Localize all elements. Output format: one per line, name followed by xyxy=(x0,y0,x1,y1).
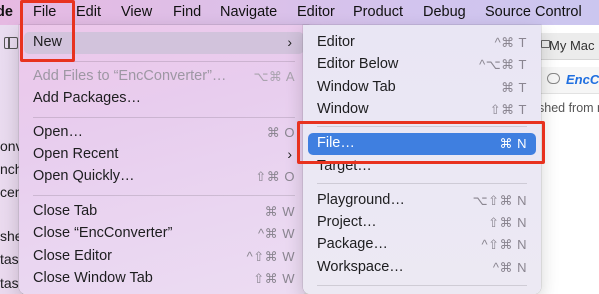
menu-item-label: Close “EncConverter” xyxy=(33,225,173,241)
menubar-find[interactable]: Find xyxy=(173,4,201,20)
menu-item-add-files[interactable]: Add Files to “EncConverter”… ⌥⌘ A xyxy=(24,66,304,88)
menubar-navigate[interactable]: Navigate xyxy=(220,4,277,20)
menu-item-label: Open Recent xyxy=(33,146,119,162)
menu-item-label: Close Window Tab xyxy=(33,270,153,286)
chevron-right-icon: › xyxy=(287,146,292,162)
editor-tab[interactable]: EncCo xyxy=(538,67,599,94)
editor-tab-label: EncCo xyxy=(566,72,599,87)
menu-item-shortcut: ^⇧⌘ W xyxy=(246,249,295,264)
menu-item-close-window-tab[interactable]: Close Window Tab ⇧⌘ W xyxy=(24,268,304,290)
status-text: shed from m xyxy=(538,101,599,115)
menu-item-label: Close Tab xyxy=(33,203,98,219)
menubar-source-control[interactable]: Source Control xyxy=(485,4,582,20)
menu-item-shortcut: ^⌘ N xyxy=(492,260,527,275)
menubar-debug[interactable]: Debug xyxy=(423,4,466,20)
menu-item-new-package[interactable]: Package… ^⇧⌘ N xyxy=(308,234,536,256)
menu-item-shortcut: ⌘ W xyxy=(264,204,295,219)
menu-item-new-editor[interactable]: Editor ^⌘ T xyxy=(308,32,536,54)
menu-item-shortcut: ^⇧⌘ N xyxy=(481,237,527,252)
menu-item-label: Add Files to “EncConverter”… xyxy=(33,68,227,84)
run-destination-label: My Mac xyxy=(549,38,595,53)
menu-bar: de File Edit View Find Navigate Editor P… xyxy=(0,0,599,25)
sidebar-toggle-icon[interactable] xyxy=(4,37,18,49)
menu-separator xyxy=(33,195,295,196)
menu-item-shortcut: ⌘ T xyxy=(501,80,527,95)
menu-item-shortcut: ⇧⌘ O xyxy=(255,169,295,184)
menu-item-new-workspace[interactable]: Workspace… ^⌘ N xyxy=(308,257,536,279)
menubar-app-name[interactable]: de xyxy=(0,4,13,20)
menu-item-shortcut: ^⌘ W xyxy=(258,226,295,241)
menu-item-label: Workspace… xyxy=(317,259,404,275)
file-menu: New › Add Files to “EncConverter”… ⌥⌘ A … xyxy=(19,25,309,294)
menu-item-label: Project… xyxy=(317,214,377,230)
package-icon xyxy=(547,73,560,84)
menu-item-label: Editor Below xyxy=(317,56,399,72)
menu-item-label: Open… xyxy=(33,124,83,140)
menu-item-new-window[interactable]: Window ⇧⌘ T xyxy=(308,99,536,121)
menu-item-label: Window xyxy=(317,101,369,117)
background-editor: My Mac EncCo shed from m xyxy=(538,25,599,294)
menu-item-open-quickly[interactable]: Open Quickly… ⇧⌘ O xyxy=(24,166,304,188)
menu-item-label: Editor xyxy=(317,34,355,50)
menu-separator xyxy=(317,183,527,184)
menubar-view[interactable]: View xyxy=(121,4,152,20)
menu-item-new-editor-below[interactable]: Editor Below ^⌥⌘ T xyxy=(308,54,536,76)
navigator-row-fragment: tas xyxy=(0,251,19,267)
menu-item-shortcut: ⇧⌘ W xyxy=(253,271,295,286)
menu-item-label: Package… xyxy=(317,236,388,252)
menu-item-shortcut: ^⌥⌘ T xyxy=(479,57,527,72)
menu-item-new-window-tab[interactable]: Window Tab ⌘ T xyxy=(308,77,536,99)
menu-item-open-recent[interactable]: Open Recent › xyxy=(24,144,304,166)
run-destination-bar[interactable]: My Mac xyxy=(538,33,599,60)
menu-item-label: Add Packages… xyxy=(33,90,142,106)
highlight-box-new-file xyxy=(297,121,545,164)
menu-item-new-playground[interactable]: Playground… ⌥⇧⌘ N xyxy=(308,190,536,212)
menu-item-shortcut: ⌥⌘ A xyxy=(253,69,295,84)
menu-item-close-project[interactable]: Close “EncConverter” ^⌘ W xyxy=(24,223,304,245)
menu-item-label: Playground… xyxy=(317,192,405,208)
menu-item-shortcut: ⌘ O xyxy=(266,125,295,140)
menu-item-shortcut: ⌥⇧⌘ N xyxy=(472,193,527,208)
menu-item-open[interactable]: Open… ⌘ O xyxy=(24,122,304,144)
menu-item-close-tab[interactable]: Close Tab ⌘ W xyxy=(24,201,304,223)
highlight-box-file-menu xyxy=(20,0,75,62)
menu-separator xyxy=(33,117,295,118)
menu-item-shortcut: ^⌘ T xyxy=(494,35,527,50)
menu-item-label: Window Tab xyxy=(317,79,396,95)
navigator-row-fragment: tas xyxy=(0,275,19,291)
menubar-edit[interactable]: Edit xyxy=(76,4,101,20)
menubar-product[interactable]: Product xyxy=(353,4,403,20)
menu-item-label: Open Quickly… xyxy=(33,168,135,184)
menubar-editor[interactable]: Editor xyxy=(297,4,335,20)
menu-separator xyxy=(317,285,527,286)
menu-item-shortcut: ⇧⌘ N xyxy=(488,215,527,230)
menu-item-shortcut: ⇧⌘ T xyxy=(489,102,527,117)
menu-item-label: Close Editor xyxy=(33,248,112,264)
menu-item-add-packages[interactable]: Add Packages… xyxy=(24,88,304,110)
chevron-right-icon: › xyxy=(287,34,292,50)
menu-item-new-project[interactable]: Project… ⇧⌘ N xyxy=(308,212,536,234)
menu-item-close-editor[interactable]: Close Editor ^⇧⌘ W xyxy=(24,246,304,268)
